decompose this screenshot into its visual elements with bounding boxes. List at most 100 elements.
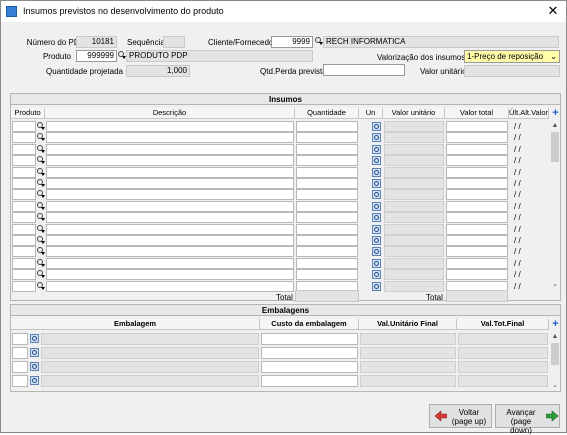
quantidade-input[interactable] — [296, 235, 358, 246]
descricao-input[interactable] — [46, 235, 294, 246]
cliente-code-input[interactable]: 9999 — [271, 36, 313, 48]
quantidade-input[interactable] — [296, 132, 358, 144]
unit-search-icon[interactable] — [372, 122, 381, 131]
produto-input[interactable] — [12, 269, 36, 281]
quantidade-input[interactable] — [296, 155, 358, 167]
produto-search-icon[interactable] — [37, 144, 45, 154]
add-insumo-icon[interactable]: + — [551, 108, 560, 119]
embalagem-search-icon[interactable] — [30, 348, 39, 357]
custo-embalagem-input[interactable] — [261, 361, 358, 373]
produto-input[interactable] — [12, 257, 36, 269]
quantidade-input[interactable] — [296, 200, 358, 212]
produto-search-icon[interactable] — [37, 179, 45, 188]
quantidade-input[interactable] — [296, 223, 358, 235]
descricao-input[interactable] — [46, 212, 294, 224]
produto-search-icon[interactable] — [37, 213, 45, 222]
perda-input[interactable] — [323, 64, 405, 76]
quantidade-input[interactable] — [296, 189, 358, 201]
quantidade-input[interactable] — [296, 246, 358, 258]
custo-embalagem-input[interactable] — [261, 333, 358, 345]
close-icon[interactable]: ✕ — [545, 3, 561, 19]
produto-search-icon[interactable] — [37, 167, 45, 177]
embalagem-search-icon[interactable] — [30, 362, 39, 371]
scroll-down-icon[interactable]: ⌄ — [550, 280, 560, 289]
descricao-input[interactable] — [46, 189, 294, 201]
unit-search-icon[interactable] — [372, 224, 381, 234]
valor-total-cell[interactable] — [446, 235, 508, 246]
valor-total-cell[interactable] — [446, 178, 508, 189]
quantidade-input[interactable] — [296, 212, 358, 224]
produto-search-icon[interactable] — [37, 201, 45, 211]
descricao-input[interactable] — [46, 223, 294, 235]
produto-code-input[interactable]: 999999 — [76, 50, 117, 62]
embalagem-search-icon[interactable] — [30, 376, 39, 385]
embalagens-scrollbar[interactable]: ▲ ⌄ — [550, 332, 560, 390]
descricao-input[interactable] — [46, 257, 294, 269]
embalagem-input[interactable] — [12, 375, 28, 387]
valorizacao-select[interactable]: 1-Preço de reposição ⌄ — [464, 50, 560, 63]
unit-search-icon[interactable] — [372, 270, 381, 280]
valor-total-cell[interactable] — [446, 269, 508, 281]
descricao-input[interactable] — [46, 132, 294, 144]
quantidade-input[interactable] — [296, 121, 358, 132]
descricao-input[interactable] — [46, 269, 294, 281]
cliente-search-icon[interactable] — [315, 37, 323, 46]
produto-search-icon[interactable] — [37, 247, 45, 256]
quantidade-input[interactable] — [296, 166, 358, 178]
voltar-button[interactable]: Voltar (page up) — [429, 404, 492, 428]
embalagem-input[interactable] — [12, 347, 28, 359]
embalagem-input[interactable] — [12, 361, 28, 373]
valor-total-cell[interactable] — [446, 121, 508, 132]
produto-search-icon[interactable] — [37, 224, 45, 234]
produto-input[interactable] — [12, 223, 36, 235]
descricao-input[interactable] — [46, 246, 294, 258]
produto-search-icon[interactable] — [118, 51, 126, 60]
descricao-input[interactable] — [46, 121, 294, 132]
produto-input[interactable] — [12, 246, 36, 258]
produto-search-icon[interactable] — [37, 190, 45, 199]
produto-input[interactable] — [12, 166, 36, 178]
produto-input[interactable] — [12, 235, 36, 246]
scroll-up-icon[interactable]: ▲ — [550, 332, 560, 341]
descricao-input[interactable] — [46, 155, 294, 167]
unit-search-icon[interactable] — [372, 144, 381, 154]
descricao-input[interactable] — [46, 178, 294, 189]
produto-search-icon[interactable] — [37, 281, 45, 291]
valor-total-cell[interactable] — [446, 155, 508, 167]
produto-search-icon[interactable] — [37, 133, 45, 142]
add-embalagem-icon[interactable]: + — [551, 319, 560, 330]
quantidade-input[interactable] — [296, 269, 358, 281]
valor-total-cell[interactable] — [446, 246, 508, 258]
quantidade-input[interactable] — [296, 178, 358, 189]
produto-search-icon[interactable] — [37, 236, 45, 245]
custo-embalagem-input[interactable] — [261, 375, 358, 387]
scroll-thumb[interactable] — [551, 343, 559, 365]
produto-input[interactable] — [12, 178, 36, 189]
produto-search-icon[interactable] — [37, 270, 45, 279]
unit-search-icon[interactable] — [372, 201, 381, 211]
unit-search-icon[interactable] — [372, 236, 381, 245]
scroll-up-icon[interactable]: ▲ — [550, 121, 560, 130]
unit-search-icon[interactable] — [372, 190, 381, 200]
produto-input[interactable] — [12, 121, 36, 132]
quantidade-input[interactable] — [296, 143, 358, 155]
valor-total-cell[interactable] — [446, 189, 508, 201]
embalagem-input[interactable] — [12, 333, 28, 345]
unit-search-icon[interactable] — [372, 167, 381, 177]
unit-search-icon[interactable] — [372, 213, 381, 223]
unit-search-icon[interactable] — [372, 258, 381, 268]
descricao-input[interactable] — [46, 280, 294, 292]
unit-search-icon[interactable] — [372, 133, 381, 143]
quantidade-input[interactable] — [296, 257, 358, 269]
unit-search-icon[interactable] — [372, 156, 381, 166]
valor-total-cell[interactable] — [446, 143, 508, 155]
produto-input[interactable] — [12, 155, 36, 167]
produto-search-icon[interactable] — [37, 156, 45, 165]
valor-total-cell[interactable] — [446, 200, 508, 212]
produto-search-icon[interactable] — [37, 122, 45, 131]
produto-input[interactable] — [12, 200, 36, 212]
scroll-down-icon[interactable]: ⌄ — [550, 381, 560, 390]
descricao-input[interactable] — [46, 166, 294, 178]
produto-input[interactable] — [12, 212, 36, 224]
valor-total-cell[interactable] — [446, 132, 508, 144]
